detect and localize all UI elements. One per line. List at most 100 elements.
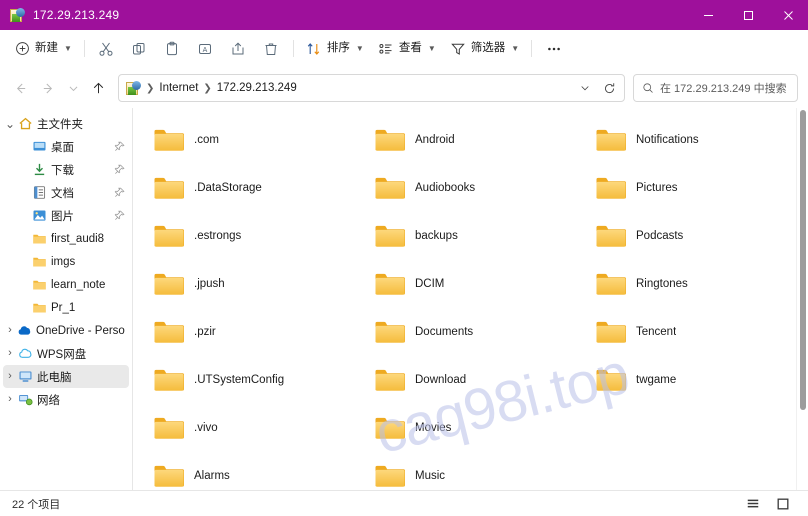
sidebar-item-label: first_audi8 bbox=[51, 232, 105, 245]
address-bar[interactable]: ❯ Internet ❯ 172.29.213.249 bbox=[118, 74, 625, 102]
file-item[interactable]: .vivo bbox=[139, 405, 348, 451]
paste-button[interactable] bbox=[156, 35, 189, 63]
vertical-scrollbar[interactable] bbox=[796, 108, 808, 490]
sidebar-item-label: Pr_1 bbox=[51, 301, 76, 314]
search-input[interactable]: 在 172.29.213.249 中搜索 bbox=[633, 74, 798, 102]
file-item[interactable]: .estrongs bbox=[139, 213, 348, 259]
chevron-right-icon[interactable]: › bbox=[3, 371, 17, 382]
pin-icon[interactable] bbox=[114, 141, 125, 152]
sort-button-label: 排序 bbox=[326, 41, 350, 54]
back-button[interactable] bbox=[6, 74, 34, 102]
view-button[interactable]: 查看 ▼ bbox=[371, 35, 443, 63]
file-item[interactable]: .pzir bbox=[139, 309, 348, 355]
sort-button[interactable]: 排序 ▼ bbox=[299, 35, 371, 63]
recent-locations-button[interactable] bbox=[62, 74, 84, 102]
address-dropdown-button[interactable] bbox=[574, 76, 596, 100]
pin-icon[interactable] bbox=[114, 187, 125, 198]
minimize-button[interactable] bbox=[688, 0, 728, 30]
file-item[interactable]: .UTSystemConfig bbox=[139, 357, 348, 403]
sidebar-item-WPS网盘[interactable]: › WPS网盘 bbox=[3, 342, 129, 365]
navigation-pane: ⌄ 主文件夹桌面下载文档 图片 first_audi8imgs learn_note Pr… bbox=[0, 108, 133, 490]
sidebar-item-label: 此电脑 bbox=[37, 371, 72, 384]
list-view-icon[interactable] bbox=[742, 494, 764, 514]
file-item[interactable]: twgame bbox=[581, 357, 790, 403]
maximize-button[interactable] bbox=[728, 0, 768, 30]
scrollbar-thumb[interactable] bbox=[800, 110, 806, 410]
window-title: 172.29.213.249 bbox=[33, 8, 120, 22]
address-bar-actions bbox=[574, 76, 620, 100]
trash-icon bbox=[265, 43, 277, 55]
folder-icon bbox=[153, 127, 185, 153]
folder-icon bbox=[595, 127, 627, 153]
sidebar-item-图片[interactable]: 图片 bbox=[3, 204, 129, 227]
file-item[interactable]: Android bbox=[360, 117, 569, 163]
file-item[interactable]: .DataStorage bbox=[139, 165, 348, 211]
folder-icon bbox=[153, 367, 185, 393]
filter-button[interactable]: 筛选器 ▼ bbox=[443, 35, 526, 63]
more-options-button[interactable] bbox=[537, 35, 570, 63]
chevron-down-icon[interactable]: ⌄ bbox=[3, 118, 17, 130]
file-item-name: Pictures bbox=[636, 182, 678, 194]
file-item[interactable]: DCIM bbox=[360, 261, 569, 307]
delete-button[interactable] bbox=[255, 35, 288, 63]
sidebar-item-OneDrive - Persona[interactable]: › OneDrive - Persona bbox=[3, 319, 129, 342]
file-item[interactable]: Audiobooks bbox=[360, 165, 569, 211]
file-item[interactable]: Ringtones bbox=[581, 261, 790, 307]
view-toggles bbox=[742, 494, 800, 514]
file-item[interactable]: Download bbox=[360, 357, 569, 403]
chevron-down-icon: ▼ bbox=[64, 44, 72, 53]
large-icons-view-icon[interactable] bbox=[772, 494, 794, 514]
sidebar-item-imgs[interactable]: imgs bbox=[3, 250, 129, 273]
plus-circle-icon bbox=[16, 42, 29, 55]
folder-icon bbox=[374, 223, 406, 249]
sidebar-item-first_audi8[interactable]: first_audi8 bbox=[3, 227, 129, 250]
new-button[interactable]: 新建 ▼ bbox=[8, 35, 79, 63]
sidebar-item-此电脑[interactable]: › 此电脑 bbox=[3, 365, 129, 388]
toolbar-divider bbox=[83, 40, 85, 57]
chevron-right-icon[interactable]: › bbox=[3, 348, 17, 359]
sidebar-item-Pr_1[interactable]: Pr_1 bbox=[3, 296, 129, 319]
cut-button[interactable] bbox=[90, 35, 123, 63]
file-item[interactable]: Alarms bbox=[139, 453, 348, 490]
sidebar-item-下载[interactable]: 下载 bbox=[3, 158, 129, 181]
file-item-name: Music bbox=[415, 470, 446, 482]
up-button[interactable] bbox=[84, 74, 112, 102]
chevron-down-icon: ▼ bbox=[355, 44, 364, 53]
file-item[interactable]: Notifications bbox=[581, 117, 790, 163]
clipboard-icon bbox=[167, 41, 178, 55]
svg-text:A: A bbox=[203, 47, 208, 54]
file-grid-empty-cell bbox=[575, 404, 796, 452]
refresh-button[interactable] bbox=[598, 76, 620, 100]
file-item[interactable]: .com bbox=[139, 117, 348, 163]
close-button[interactable] bbox=[768, 0, 808, 30]
sidebar-item-label: 下载 bbox=[51, 164, 74, 177]
file-item[interactable]: Pictures bbox=[581, 165, 790, 211]
breadcrumb-internet[interactable]: Internet bbox=[155, 80, 202, 96]
copy-button[interactable] bbox=[123, 35, 156, 63]
share-button[interactable] bbox=[222, 35, 255, 63]
chevron-right-icon[interactable]: › bbox=[3, 325, 17, 336]
folder-icon bbox=[595, 319, 627, 345]
toolbar-divider-2 bbox=[292, 40, 294, 57]
sidebar-item-桌面[interactable]: 桌面 bbox=[3, 135, 129, 158]
file-grid: .com Android Notifications .DataStorage Audi… bbox=[133, 108, 796, 490]
file-item[interactable]: Tencent bbox=[581, 309, 790, 355]
chevron-down-icon: ▼ bbox=[427, 44, 436, 53]
file-item[interactable]: Podcasts bbox=[581, 213, 790, 259]
breadcrumb-host[interactable]: 172.29.213.249 bbox=[213, 80, 301, 96]
sidebar-item-learn_note[interactable]: learn_note bbox=[3, 273, 129, 296]
chevron-right-icon[interactable]: › bbox=[3, 394, 17, 405]
file-item[interactable]: backups bbox=[360, 213, 569, 259]
forward-button[interactable] bbox=[34, 74, 62, 102]
rename-button[interactable]: A bbox=[189, 35, 222, 63]
sidebar-item-label: 桌面 bbox=[51, 141, 74, 154]
sidebar-item-主文件夹[interactable]: ⌄ 主文件夹 bbox=[3, 112, 129, 135]
sidebar-item-网络[interactable]: › 网络 bbox=[3, 388, 129, 411]
file-item[interactable]: Movies bbox=[360, 405, 569, 451]
sidebar-item-文档[interactable]: 文档 bbox=[3, 181, 129, 204]
pin-icon[interactable] bbox=[114, 164, 125, 175]
file-item[interactable]: Music bbox=[360, 453, 569, 490]
file-item[interactable]: Documents bbox=[360, 309, 569, 355]
file-item[interactable]: .jpush bbox=[139, 261, 348, 307]
pin-icon[interactable] bbox=[114, 210, 125, 221]
